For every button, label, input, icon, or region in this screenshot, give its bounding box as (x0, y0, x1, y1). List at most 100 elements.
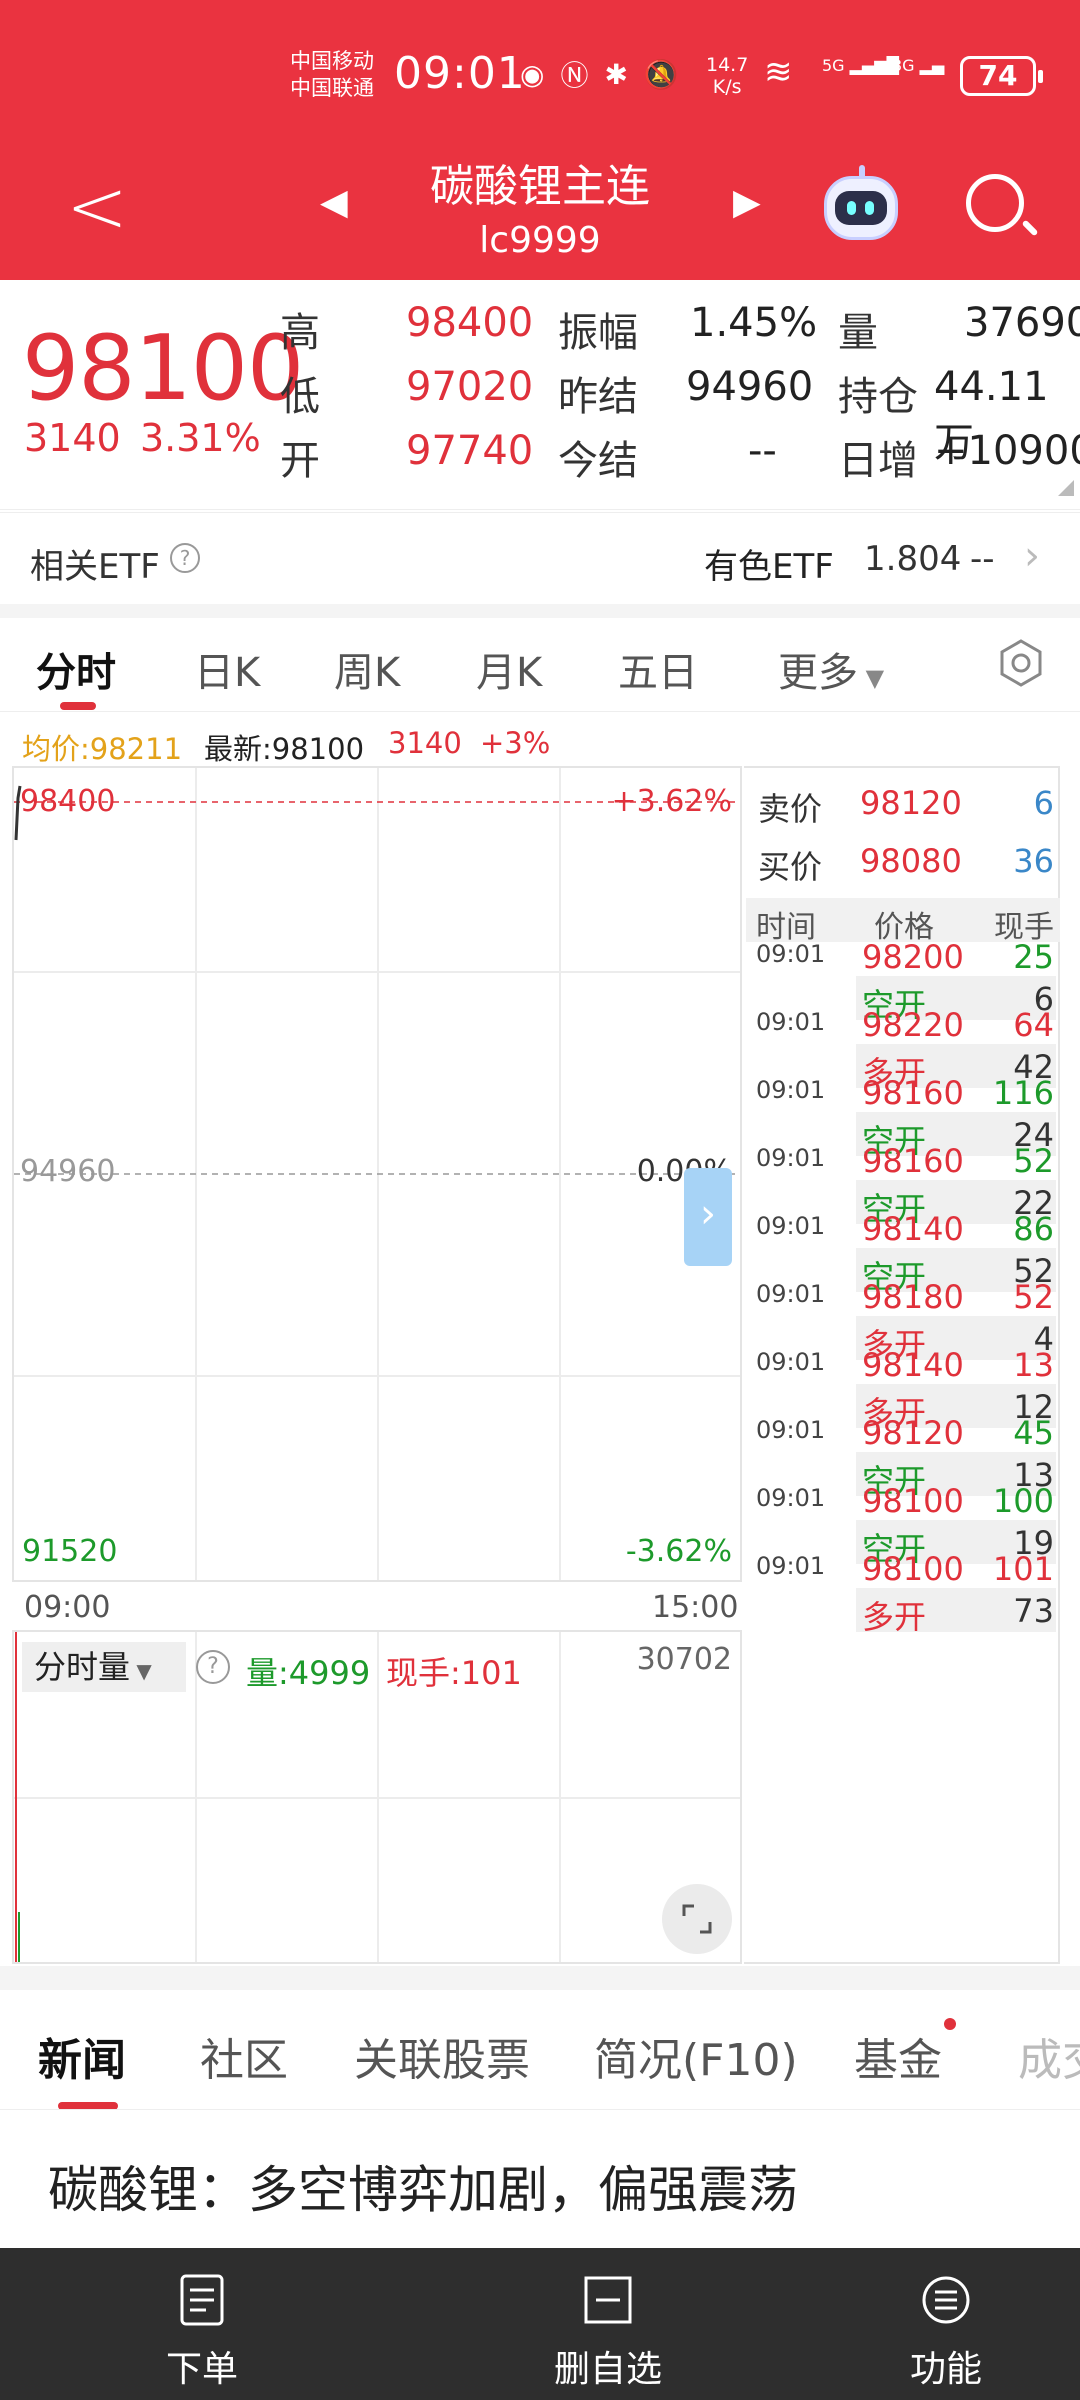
amplitude-value: 1.45% (690, 300, 818, 346)
tick-time: 09:01 (756, 1484, 826, 1512)
prev-settle-value: 94960 (686, 364, 814, 410)
tick-price: 98180 (862, 1278, 964, 1316)
tab-more[interactable]: 更多 ▼ (778, 640, 884, 698)
robot-assistant-icon[interactable] (824, 165, 898, 240)
bid-label: 买价 (758, 848, 823, 886)
nav-bar: < ◀ 碳酸锂主连 lc9999 ▶ (0, 140, 1080, 270)
tab-intraday[interactable]: 分时 (36, 640, 116, 698)
open-interest-label: 持仓 (838, 374, 918, 420)
tick-price: 98120 (862, 1414, 964, 1452)
tick-price: 98100 (862, 1482, 964, 1520)
chart-start-time: 09:00 (24, 1590, 111, 1625)
low-label: 低 (280, 374, 320, 420)
tab-related-stocks[interactable]: 关联股票 (354, 2024, 530, 2088)
chart-bottom-pct: -3.62% (625, 1534, 732, 1569)
prev-contract-button[interactable]: ◀ (320, 182, 348, 223)
high-label: 高 (280, 310, 320, 356)
tick-price: 98220 (862, 1006, 964, 1044)
tab-community[interactable]: 社区 (200, 2024, 288, 2088)
caret-down-icon: ▼ (858, 664, 885, 692)
tab-news[interactable]: 新闻 (38, 2024, 126, 2088)
current-hand: 现手:101 (386, 1654, 522, 1692)
related-etf-row[interactable]: 相关ETF ? 有色ETF 1.804 -- › (0, 512, 1080, 604)
carrier-label: 中国移动 中国联通 (290, 48, 374, 102)
chart-end-time: 15:00 (652, 1590, 739, 1625)
status-bar: 中国移动 中国联通 09:01 ◉ Ⓝ ✱ 🔕 14.7 K/s ≋ 5G ▂▄… (0, 40, 1080, 120)
expand-panel-button[interactable]: › (684, 1168, 732, 1266)
tick-volume: 116 (992, 1074, 1054, 1112)
remove-watchlist-button[interactable]: 删自选 (508, 2272, 708, 2392)
chart-mid-price: 94960 (20, 1154, 116, 1189)
tick-time: 09:01 (756, 1552, 826, 1580)
tab-five-day[interactable]: 五日 (618, 640, 698, 698)
menu-icon (922, 2276, 970, 2324)
caret-down-icon: ▼ (130, 1659, 152, 1683)
functions-button[interactable]: 功能 (846, 2272, 1046, 2392)
tick-volume: 101 (992, 1550, 1054, 1588)
robot-antenna (859, 165, 865, 179)
news-headline[interactable]: 碳酸锂：多空博弈加剧，偏强震荡 (48, 2150, 798, 2222)
carrier-1: 中国移动 (290, 49, 374, 73)
next-contract-button[interactable]: ▶ (733, 182, 761, 223)
volume-type-select[interactable]: 分时量 ▼ (22, 1642, 186, 1692)
volume-value: 37690 (964, 300, 1080, 346)
tick-type: 多开 (862, 1598, 927, 1636)
search-icon[interactable] (966, 174, 1024, 232)
low-value: 97020 (406, 364, 534, 410)
expand-corner-icon[interactable] (1058, 480, 1074, 496)
contract-code: lc9999 (479, 220, 601, 261)
tick-time: 09:01 (756, 1348, 826, 1376)
tick-volume: 45 (1013, 1414, 1054, 1452)
tick-volume: 100 (992, 1482, 1054, 1520)
tick-hand: 73 (1013, 1592, 1054, 1630)
tab-fund[interactable]: 基金 (854, 2024, 942, 2088)
tick-time: 09:01 (756, 1076, 826, 1104)
help-icon[interactable]: ? (170, 543, 200, 573)
fullscreen-button[interactable] (662, 1884, 732, 1954)
tick-time: 09:01 (756, 1416, 826, 1444)
tab-monthly-k[interactable]: 月K (476, 640, 542, 698)
signal-5g-icon: 5G ▂▄▆█ (822, 56, 899, 75)
tick-time: 09:01 (756, 1280, 826, 1308)
order-icon (180, 2274, 224, 2326)
remove-icon (584, 2276, 632, 2324)
robot-eye-right (865, 201, 874, 215)
tab-daily-k[interactable]: 日K (194, 640, 260, 698)
robot-eye-left (847, 201, 856, 215)
tick-price: 98160 (862, 1074, 964, 1112)
back-button[interactable]: < (66, 170, 128, 244)
tab-trades[interactable]: 成交 (1018, 2024, 1080, 2088)
tick-time: 09:01 (756, 940, 826, 968)
nfc-icon: Ⓝ (560, 59, 589, 92)
tick-volume: 25 (1013, 938, 1054, 976)
bluetooth-icon: ✱ (604, 57, 628, 91)
news-tabs: 新闻 社区 关联股票 简况(F10) 基金 成交 (0, 1990, 1080, 2110)
tab-indicator (60, 702, 96, 710)
ask-volume: 6 (1033, 784, 1054, 822)
intraday-chart[interactable]: 98400 +3.62% 94960 0.00% 91520 -3.62% (12, 766, 742, 1582)
high-value: 98400 (406, 300, 534, 346)
volume-max: 30702 (636, 1642, 732, 1677)
carrier-2: 中国联通 (290, 76, 374, 100)
sig1-label: 5G (822, 56, 845, 75)
tick-price: 98200 (862, 938, 964, 976)
tab-overview[interactable]: 简况(F10) (594, 2024, 798, 2088)
last-price: 98100 (22, 316, 304, 421)
related-etf-label: 相关ETF (30, 547, 160, 587)
bid-volume: 36 (1013, 842, 1054, 880)
tab-weekly-k[interactable]: 周K (334, 640, 400, 698)
latest-change: 3140 (388, 726, 462, 760)
prev-settle-label: 昨结 (558, 374, 638, 420)
tick-volume: 13 (1013, 1346, 1054, 1384)
etf-value: 1.804 (864, 539, 962, 579)
help-icon[interactable]: ? (196, 1650, 230, 1684)
order-button[interactable]: 下单 (102, 2272, 302, 2392)
price-change-pct: 3.31% (140, 416, 261, 460)
intraday-info-line: 均价:98211 最新:98100 3140 +3% (0, 720, 1080, 766)
tick-time: 09:01 (756, 1144, 826, 1172)
wifi-icon: ≋ (764, 52, 793, 92)
settings-icon[interactable] (996, 638, 1046, 688)
settle-label: 今结 (558, 438, 638, 484)
notification-dot (944, 2018, 956, 2030)
bid-price: 98080 (860, 842, 962, 880)
